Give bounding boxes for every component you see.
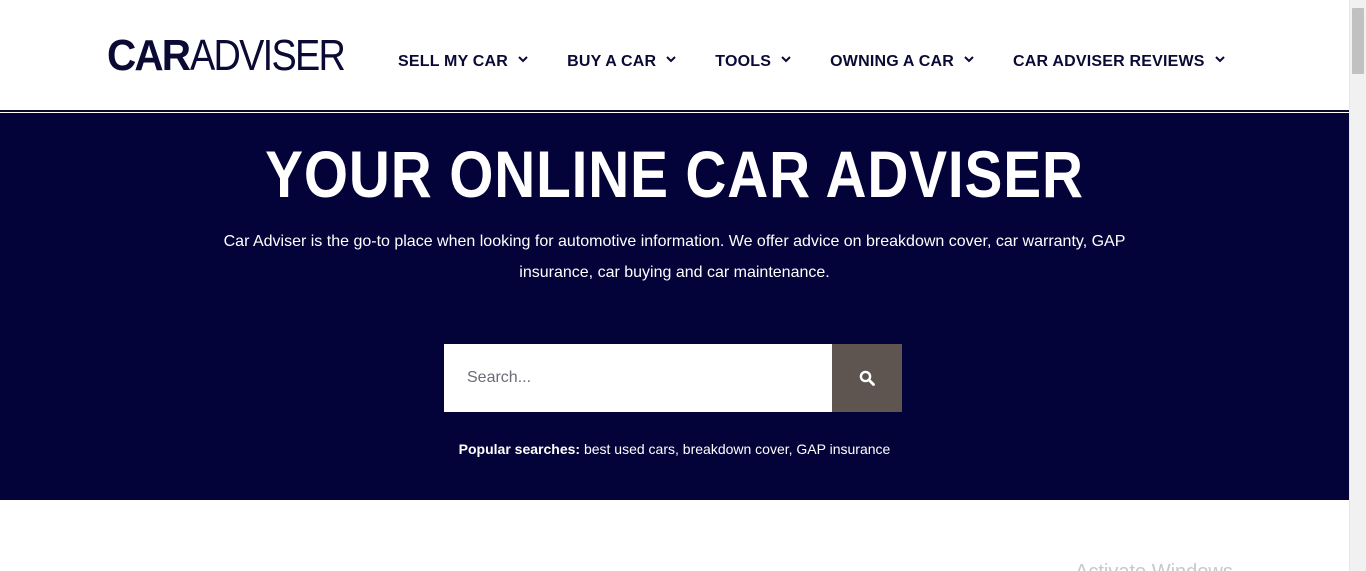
nav-item-car-adviser-reviews[interactable]: CAR ADVISER REVIEWS — [1013, 53, 1226, 71]
vertical-scrollbar[interactable] — [1349, 0, 1366, 571]
logo-light-text: ADVISER — [190, 31, 346, 80]
hero-description: Car Adviser is the go-to place when look… — [223, 233, 1126, 281]
nav-item-label: CAR ADVISER REVIEWS — [1013, 53, 1205, 70]
hero-title: YOUR ONLINE CAR ADVISER — [265, 137, 1084, 211]
search-input[interactable] — [444, 344, 832, 412]
nav-item-label: OWNING A CAR — [830, 53, 954, 70]
popular-link-gap-insurance[interactable]: GAP insurance — [796, 441, 890, 457]
search-icon — [859, 370, 875, 386]
activate-windows-watermark: Activate Windows — [1075, 561, 1233, 571]
popular-searches-label: Popular searches: — [458, 441, 581, 457]
popular-link-best-used-cars[interactable]: best used cars — [584, 441, 675, 457]
popular-searches: Popular searches: best used cars, breakd… — [458, 441, 891, 457]
main-nav: SELL MY CAR BUY A CAR TOOLS OWNING A CAR… — [398, 53, 1264, 71]
site-logo[interactable]: CAR ADVISER — [107, 34, 370, 78]
hero-section: YOUR ONLINE CAR ADVISER Car Adviser is t… — [0, 113, 1349, 500]
chevron-down-icon — [963, 53, 975, 65]
nav-item-tools[interactable]: TOOLS — [715, 53, 792, 71]
search-button[interactable] — [832, 344, 902, 412]
nav-item-owning-a-car[interactable]: OWNING A CAR — [830, 53, 975, 71]
chevron-down-icon — [1214, 53, 1226, 65]
chevron-down-icon — [665, 53, 677, 65]
logo-bold-text: CAR — [107, 31, 191, 80]
page: CAR ADVISER SELL MY CAR BUY A CAR TOOLS … — [0, 0, 1349, 571]
chevron-down-icon — [517, 53, 529, 65]
nav-item-label: TOOLS — [715, 53, 772, 70]
chevron-down-icon — [780, 53, 792, 65]
scrollbar-thumb[interactable] — [1352, 8, 1364, 74]
nav-item-sell-my-car[interactable]: SELL MY CAR — [398, 53, 529, 71]
nav-item-buy-a-car[interactable]: BUY A CAR — [567, 53, 677, 71]
search-form — [444, 344, 902, 412]
site-header: CAR ADVISER SELL MY CAR BUY A CAR TOOLS … — [0, 0, 1349, 112]
popular-link-breakdown-cover[interactable]: breakdown cover — [683, 441, 789, 457]
nav-item-label: BUY A CAR — [567, 53, 657, 70]
nav-item-label: SELL MY CAR — [398, 53, 509, 70]
